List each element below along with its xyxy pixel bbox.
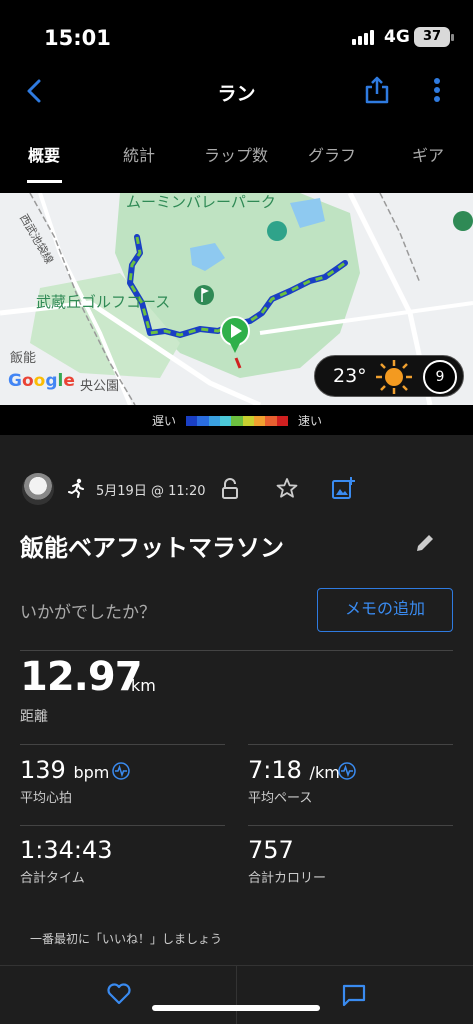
avg-pace-value: 7:18 /km xyxy=(248,756,340,784)
calories-label: 合計カロリー xyxy=(248,871,327,886)
total-time-label: 合計タイム xyxy=(20,871,85,886)
heart-icon[interactable] xyxy=(106,982,132,1006)
divider xyxy=(248,825,453,826)
avg-hr-unit: bpm xyxy=(73,763,110,782)
app-header: ラン xyxy=(0,70,473,114)
more-vertical-icon[interactable] xyxy=(426,74,448,106)
active-tab-indicator xyxy=(27,180,62,183)
bottom-action-bar xyxy=(0,965,473,1024)
map-label-hanno: 飯能 xyxy=(10,351,37,366)
add-photo-icon[interactable] xyxy=(331,476,355,500)
activity-title: 飯能ベアフットマラソン xyxy=(20,534,284,562)
star-icon[interactable] xyxy=(276,477,298,499)
divider xyxy=(20,825,225,826)
heart-rate-icon xyxy=(112,762,130,780)
legend-slow: 遅い xyxy=(152,414,177,428)
running-icon xyxy=(68,478,84,498)
pace-color-bar xyxy=(186,416,288,426)
divider xyxy=(236,966,237,1024)
calories-value: 757 xyxy=(248,836,294,864)
home-indicator xyxy=(152,1005,320,1011)
activity-date: 5月19日 @ 11:20 xyxy=(96,484,206,499)
avatar[interactable] xyxy=(22,473,54,505)
page-title: ラン xyxy=(217,83,256,105)
pace-legend: 遅い 速い xyxy=(0,405,473,435)
avg-hr-value: 139 bpm xyxy=(20,756,109,784)
share-icon[interactable] xyxy=(362,74,392,106)
legend-fast: 速い xyxy=(298,414,323,428)
tab-gear[interactable]: ギア xyxy=(412,142,444,166)
avg-hr-number: 139 xyxy=(20,756,66,784)
weather-temp: 23° xyxy=(333,365,367,387)
map-label-park: ムーミンバレーパーク xyxy=(126,193,276,211)
map-label-golf: 武蔵丘ゴルフコース xyxy=(36,293,171,311)
pace-icon xyxy=(338,762,356,780)
route-map[interactable]: ムーミンバレーパーク 武蔵丘ゴルフコース 飯能 西武池袋線 央公園 Google… xyxy=(0,193,473,405)
status-bar: 15:01 4G 37 xyxy=(0,0,473,70)
sun-icon xyxy=(376,360,412,394)
weather-badge: 23° 9 xyxy=(314,355,464,397)
avg-pace-unit: /km xyxy=(309,763,340,782)
distance-label: 距離 xyxy=(20,709,48,725)
google-logo: Google xyxy=(8,371,75,391)
status-time: 15:01 xyxy=(44,26,111,50)
map-label-central-park: 央公園 xyxy=(80,379,120,394)
activity-meta: 5月19日 @ 11:20 xyxy=(0,470,473,510)
first-like-prompt: 一番最初に「いいね！」しましょう xyxy=(30,932,223,946)
divider xyxy=(20,744,225,745)
feedback-prompt: いかがでしたか？ xyxy=(20,603,156,623)
signal-icon xyxy=(352,30,374,45)
battery-icon: 37 xyxy=(414,27,454,47)
distance-value: 12.97 xyxy=(20,654,143,700)
distance-unit: km xyxy=(131,676,156,695)
wind-indicator: 9 xyxy=(423,360,457,394)
unlock-icon[interactable] xyxy=(220,478,240,500)
divider xyxy=(248,744,453,745)
total-time-value: 1:34:43 xyxy=(20,836,113,864)
divider xyxy=(20,650,453,651)
avg-hr-label: 平均心拍 xyxy=(20,791,73,806)
avg-pace-number: 7:18 xyxy=(248,756,302,784)
tab-stats[interactable]: 統計 xyxy=(123,142,155,166)
network-label: 4G xyxy=(384,27,410,47)
tab-laps[interactable]: ラップ数 xyxy=(204,142,268,166)
comment-icon[interactable] xyxy=(342,983,366,1007)
avg-pace-label: 平均ペース xyxy=(248,791,313,806)
tab-overview[interactable]: 概要 xyxy=(28,142,60,166)
add-memo-button[interactable]: メモの追加 xyxy=(317,588,453,632)
tab-bar: 概要 統計 ラップ数 グラフ ギア xyxy=(0,130,473,184)
edit-icon[interactable] xyxy=(414,532,436,554)
tab-graph[interactable]: グラフ xyxy=(308,142,356,166)
